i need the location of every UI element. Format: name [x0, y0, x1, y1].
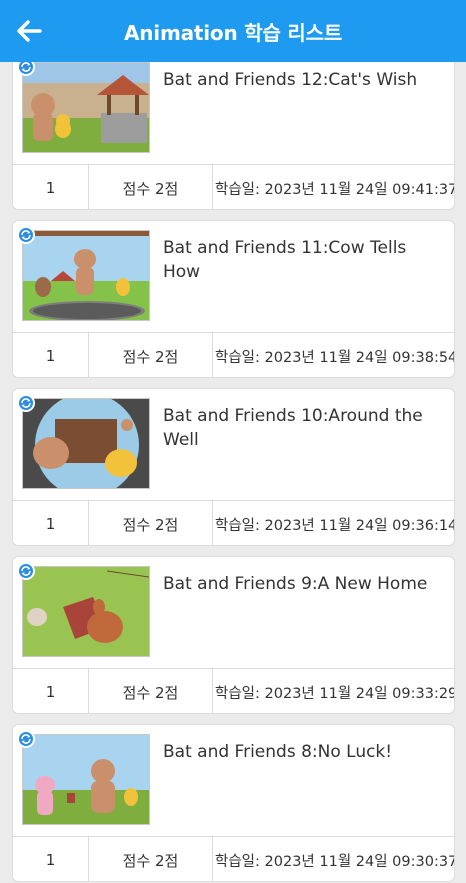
- score-label: 점수 2점: [89, 837, 213, 881]
- study-date: 학습일: 2023년 11월 24일 09:30:37: [215, 853, 455, 870]
- lesson-title[interactable]: Bat and Friends 10:Around the Well: [163, 404, 433, 452]
- repeat-icon: [17, 730, 35, 748]
- back-button[interactable]: [12, 14, 46, 48]
- lesson-stats: 1 점수 2점 학습일: 2023년 11월 24일 09:36:14: [13, 500, 455, 545]
- repeat-icon: [17, 562, 35, 580]
- lesson-list[interactable]: Bat and Friends 12:Cat's Wish 1 점수 2점 학습…: [0, 62, 466, 883]
- study-date: 학습일: 2023년 11월 24일 09:36:14: [215, 517, 455, 534]
- study-date: 학습일: 2023년 11월 24일 09:38:54: [215, 349, 455, 366]
- arrow-left-icon: [17, 20, 42, 42]
- score-label: 점수 2점: [89, 669, 213, 713]
- repeat-icon: [17, 226, 35, 244]
- lesson-title[interactable]: Bat and Friends 11:Cow Tells How: [163, 236, 433, 284]
- attempt-count: 1: [13, 501, 89, 545]
- lesson-stats: 1 점수 2점 학습일: 2023년 11월 24일 09:38:54: [13, 332, 455, 377]
- lesson-title[interactable]: Bat and Friends 9:A New Home: [163, 572, 433, 596]
- repeat-icon: [17, 394, 35, 412]
- lesson-title[interactable]: Bat and Friends 8:No Luck!: [163, 740, 433, 764]
- lesson-card[interactable]: Bat and Friends 8:No Luck! 1 점수 2점 학습일: …: [12, 724, 455, 882]
- lesson-stats: 1 점수 2점 학습일: 2023년 11월 24일 09:41:37: [13, 164, 455, 209]
- lesson-thumbnail[interactable]: [22, 230, 150, 321]
- lesson-stats: 1 점수 2점 학습일: 2023년 11월 24일 09:33:29: [13, 668, 455, 713]
- lesson-title[interactable]: Bat and Friends 12:Cat's Wish: [163, 68, 433, 92]
- study-date: 학습일: 2023년 11월 24일 09:41:37: [215, 181, 455, 198]
- lesson-thumbnail[interactable]: [22, 734, 150, 825]
- lesson-stats: 1 점수 2점 학습일: 2023년 11월 24일 09:30:37: [13, 836, 455, 881]
- attempt-count: 1: [13, 333, 89, 377]
- attempt-count: 1: [13, 165, 89, 209]
- study-date: 학습일: 2023년 11월 24일 09:33:29: [215, 685, 455, 702]
- lesson-thumbnail[interactable]: [22, 62, 150, 153]
- page-title: Animation 학습 리스트: [123, 20, 343, 45]
- lesson-card[interactable]: Bat and Friends 9:A New Home 1 점수 2점 학습일…: [12, 556, 455, 714]
- score-label: 점수 2점: [89, 165, 213, 209]
- lesson-thumbnail[interactable]: [22, 398, 150, 489]
- app-header: Animation 학습 리스트: [0, 0, 466, 62]
- score-label: 점수 2점: [89, 501, 213, 545]
- lesson-thumbnail[interactable]: [22, 566, 150, 657]
- attempt-count: 1: [13, 837, 89, 881]
- lesson-card[interactable]: Bat and Friends 12:Cat's Wish 1 점수 2점 학습…: [12, 62, 455, 210]
- lesson-card[interactable]: Bat and Friends 11:Cow Tells How 1 점수 2점…: [12, 220, 455, 378]
- lesson-card[interactable]: Bat and Friends 10:Around the Well 1 점수 …: [12, 388, 455, 546]
- score-label: 점수 2점: [89, 333, 213, 377]
- attempt-count: 1: [13, 669, 89, 713]
